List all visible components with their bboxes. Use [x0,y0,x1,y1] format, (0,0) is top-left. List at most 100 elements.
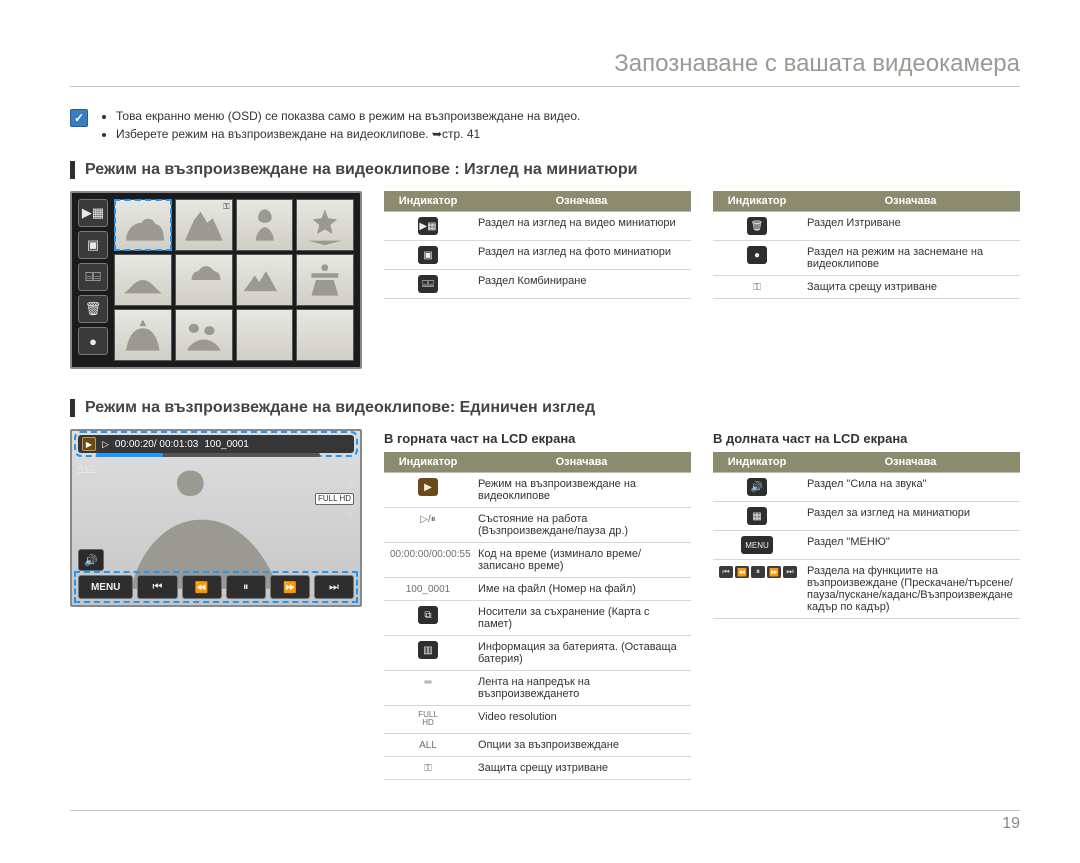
table-row: ▷/⏸Състояние на работа (Възпроизвеждане/… [384,508,691,543]
bottom-lcd-heading: В долната част на LCD екрана [713,431,1020,446]
table-row: 🔊Раздел "Сила на звука" [713,473,1020,502]
record-mode-icon[interactable]: ● [78,327,108,355]
thumbnail[interactable] [236,309,294,361]
photo-thumb-icon: ▣ [418,246,438,264]
thumbnail[interactable] [114,254,172,306]
table-row: MENU Раздел "МЕНЮ" [713,531,1020,560]
cell-text: Video resolution [472,706,691,734]
indicator-text: 100_0001 [406,584,451,595]
cell-text: Лента на напредък на възпроизвеждането [472,671,691,706]
cell-text: Раздел Изтриване [801,212,1020,241]
section1-title: Режим на възпроизвеждане на видеоклипове… [70,161,1020,179]
thumbnail[interactable] [114,199,172,251]
table-row: ⏮⏪⏸⏩⏭Раздела на функциите на възпроизвеж… [713,560,1020,619]
cell-text: Раздел на изглед на фото миниатюри [472,241,691,270]
sidebar-icons: ▶▦ ▣ ⌸⌸ 🗑 ● [78,199,108,361]
storage-icon: ⧉ [348,463,354,474]
cell-text: Раздел на режим на заснемане на видеокли… [801,241,1020,276]
table-row: 00:00:00/00:00:55Код на време (изминало … [384,543,691,578]
thumbnail[interactable] [296,199,354,251]
play-icon: ▶ [418,478,438,496]
lock-icon: ⚿ [223,202,229,212]
lock-icon: ⚿ [346,509,354,520]
cell-text: Информация за батерията. (Оставаща батер… [472,636,691,671]
cell-text: Състояние на работа (Възпроизвеждане/пау… [472,508,691,543]
indicator-text: ═ [424,677,431,688]
combine-icon: ⌸⌸ [418,275,438,293]
thumbnail[interactable] [114,309,172,361]
indicator-text: ⚿ [424,763,432,774]
skip-back-button[interactable]: ⏮ [137,575,177,599]
cell-text: Раздел "МЕНЮ" [801,531,1020,560]
page-title: Запознаване с вашата видеокамера [70,50,1020,87]
progress-bar[interactable] [96,453,320,457]
delete-icon[interactable]: 🗑 [78,295,108,323]
cell-text: Носители за съхранение (Карта с памет) [472,601,691,636]
indicator-icon: 🔊 [747,478,767,496]
col-indicator: Индикатор [384,452,472,473]
thumbnail[interactable] [175,254,233,306]
menu-button[interactable]: MENU [78,575,133,599]
table-row: ▥Информация за батерията. (Оставаща бате… [384,636,691,671]
indicator-text: FULLHD [418,711,438,727]
thumbnail[interactable] [296,309,354,361]
thumbnail[interactable]: ⚿ [175,199,233,251]
thumbnail-grid: ⚿ [114,199,354,361]
transport-bar: MENU ⏮ ⏪ ⏸ ⏩ ⏭ [78,575,354,599]
play-icon: ▶ [82,437,96,451]
cell-text: Код на време (изминало време/записано вр… [472,543,691,578]
col-meaning: Означава [472,452,691,473]
thumbnail[interactable] [296,254,354,306]
section1-row: ▶▦ ▣ ⌸⌸ 🗑 ● ⚿ [70,191,1020,369]
single-view-screen: ▶ ▷ 00:00:20/ 00:01:03 100_0001 ALL ⧉ ▥ … [70,429,362,607]
cell-text: Име на файл (Номер на файл) [472,578,691,601]
cell-text: Раздел Комбиниране [472,270,691,299]
cell-text: Защита срещу изтриване [472,757,691,780]
intro-list: Това екранно меню (OSD) се показва само … [100,107,580,143]
table-row: ▣ Раздел на изглед на фото миниатюри [384,241,691,270]
forward-button[interactable]: ⏩ [270,575,310,599]
playback-topbar: ▶ ▷ 00:00:20/ 00:01:03 100_0001 [78,435,354,453]
lock-icon: ⚿ [753,282,761,293]
section2-title: Режим на възпроизвеждане на видеоклипове… [70,399,1020,417]
bottom-lcd-table: В долната част на LCD екрана Индикатор О… [713,429,1020,619]
thumbnail-screen: ▶▦ ▣ ⌸⌸ 🗑 ● ⚿ [70,191,362,369]
battery-icon: ▥ [345,478,354,489]
table-row: 100_0001 Име на файл (Номер на файл) [384,578,691,601]
volume-button[interactable]: 🔊 [78,549,104,571]
table-row: FULLHD Video resolution [384,706,691,734]
table-row: ⌸⌸ Раздел Комбиниране [384,270,691,299]
video-thumb-icon: ▶▦ [418,217,438,235]
transport-icons: ⏮⏪⏸⏩⏭ [719,566,797,578]
col-meaning: Означава [801,191,1020,212]
table-row: ALLОпции за възпроизвеждане [384,734,691,757]
menu-icon: MENU [741,536,773,554]
section1-table-left: Индикатор Означава ▶▦ Раздел на изглед н… [384,191,691,299]
pause-button[interactable]: ⏸ [226,575,266,599]
table-row: ⚿ Защита срещу изтриване [713,276,1020,299]
video-thumb-icon[interactable]: ▶▦ [78,199,108,227]
thumbnail[interactable] [236,254,294,306]
cell-text: Раздел за изглед на миниатюри [801,502,1020,531]
photo-thumb-icon[interactable]: ▣ [78,231,108,259]
intro-bullet: Това екранно меню (OSD) се показва само … [116,107,580,125]
table-row: ═ Лента на напредък на възпроизвеждането [384,671,691,706]
table-row: ● Раздел на режим на заснемане на видеок… [713,241,1020,276]
table-row: ▶▦ Раздел на изглед на видео миниатюри [384,212,691,241]
cell-text: Опции за възпроизвеждане [472,734,691,757]
indicator-icon: ⧉ [418,606,438,624]
cell-text: Раздел на изглед на видео миниатюри [472,212,691,241]
combine-icon[interactable]: ⌸⌸ [78,263,108,291]
all-label: ALL [78,463,97,473]
thumbnail[interactable] [236,199,294,251]
thumbnail[interactable] [175,309,233,361]
delete-icon: 🗑 [747,217,767,235]
state-icon: ▷ [102,439,109,450]
table-row: ▦ Раздел за изглед на миниатюри [713,502,1020,531]
right-badges: ⧉ ▥ FULL HD ⚿ [315,463,354,520]
table-row: 🗑 Раздел Изтриване [713,212,1020,241]
rewind-button[interactable]: ⏪ [182,575,222,599]
skip-fwd-button[interactable]: ⏭ [314,575,354,599]
filecode: 100_0001 [204,439,249,450]
indicator-icon: ▦ [747,507,767,525]
